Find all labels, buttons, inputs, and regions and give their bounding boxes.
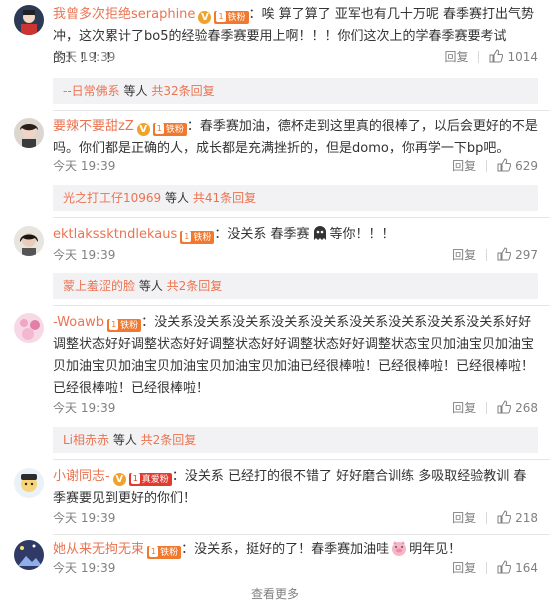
like-button[interactable]: 629 — [497, 157, 538, 175]
divider — [486, 160, 488, 172]
thumbs-up-icon — [497, 400, 512, 414]
timestamp: 今天 19:39 — [53, 561, 116, 575]
like-count: 164 — [515, 561, 538, 575]
avatar[interactable] — [14, 5, 44, 35]
reply-username[interactable]: --日常佛系 — [63, 84, 120, 98]
timestamp: 今天 19:39 — [53, 50, 116, 64]
reply-button[interactable]: 回复 — [452, 399, 476, 417]
timestamp: 今天 19:39 — [53, 401, 116, 415]
avatar[interactable] — [14, 226, 44, 256]
username-link[interactable]: 我曾多次拒绝seraphine — [53, 7, 195, 22]
view-replies-link[interactable]: 共2条回复 — [167, 279, 223, 293]
thumbs-up-icon — [497, 510, 512, 524]
level-icon: 1 — [154, 123, 164, 134]
like-button[interactable]: 268 — [497, 399, 538, 417]
comment-meta: 今天 19:39 回复 629 — [53, 157, 538, 175]
timestamp: 今天 19:39 — [53, 248, 116, 262]
avatar[interactable] — [14, 540, 44, 570]
thumbs-up-icon — [489, 49, 504, 63]
reply-summary[interactable]: 光之打工仔10969 等人 共41条回复 — [53, 185, 538, 211]
level-icon: 1 — [130, 473, 140, 484]
like-count: 218 — [515, 511, 538, 525]
comment-text: 等你！！！ — [329, 227, 395, 242]
comment-text: 没关系 春季赛 — [227, 227, 310, 242]
reply-button[interactable]: 回复 — [452, 246, 476, 264]
username-link[interactable]: -Woawb — [53, 315, 104, 330]
avatar[interactable] — [14, 313, 44, 343]
pig-emoji-icon — [392, 541, 407, 556]
level-icon: 1 — [216, 11, 226, 22]
v-verified-icon: V — [112, 473, 126, 486]
divider — [478, 51, 480, 63]
v-verified-icon: V — [136, 123, 150, 136]
divider — [486, 249, 488, 261]
comment-text: 没关系，挺好的了！春季赛加油哇 — [194, 542, 390, 557]
reply-summary[interactable]: --日常佛系 等人 共32条回复 — [53, 78, 538, 104]
like-button[interactable]: 1014 — [489, 48, 538, 66]
fan-badge: 1 铁粉 — [214, 11, 249, 24]
comment-meta: 今天 19:39 回复 1014 — [53, 48, 538, 66]
reply-button[interactable]: 回复 — [452, 157, 476, 175]
comment-meta: 今天 19:39 回复 268 — [53, 399, 538, 417]
username-link[interactable]: 她从来无拘无束 — [53, 542, 144, 557]
like-button[interactable]: 164 — [497, 559, 538, 577]
divider — [486, 402, 488, 414]
fan-badge: 1 铁粉 — [152, 123, 187, 136]
thumbs-up-icon — [497, 158, 512, 172]
comment-meta: 今天 19:39 回复 164 — [53, 559, 538, 577]
username-link[interactable]: 要辣不要甜zZ — [53, 119, 134, 134]
fan-badge: 1 铁粉 — [147, 546, 182, 559]
fan-badge: 1 真爱粉 — [128, 473, 172, 486]
v-verified-icon: V — [198, 11, 212, 24]
timestamp: 今天 19:39 — [53, 511, 116, 525]
reply-username[interactable]: Li相赤赤 — [63, 433, 109, 447]
avatar[interactable] — [14, 468, 44, 498]
level-icon: 1 — [149, 546, 159, 557]
comment-meta: 今天 19:39 回复 297 — [53, 246, 538, 264]
like-count: 1014 — [507, 50, 538, 64]
divider — [53, 110, 550, 111]
fan-badge: 1 铁粉 — [180, 231, 215, 244]
view-replies-link[interactable]: 共2条回复 — [141, 433, 197, 447]
like-button[interactable]: 297 — [497, 246, 538, 264]
divider — [53, 305, 550, 306]
ghost-emoji-icon — [313, 226, 326, 240]
level-icon: 1 — [109, 319, 119, 330]
comment-feed: 我曾多次拒绝seraphine V 1 铁粉 ：唉 算了算了 亚军也有几十万呢 春季赛打… — [0, 0, 550, 601]
level-icon: 1 — [182, 231, 192, 242]
divider — [53, 217, 550, 218]
view-replies-link[interactable]: 共32条回复 — [151, 84, 214, 98]
like-count: 629 — [515, 159, 538, 173]
reply-username[interactable]: 蒙上羞涩的脸 — [63, 279, 135, 293]
reply-button[interactable]: 回复 — [452, 559, 476, 577]
view-replies-link[interactable]: 共41条回复 — [193, 191, 256, 205]
like-count: 297 — [515, 248, 538, 262]
reply-summary[interactable]: 蒙上羞涩的脸 等人 共2条回复 — [53, 273, 538, 299]
avatar[interactable] — [14, 118, 44, 148]
reply-summary[interactable]: Li相赤赤 等人 共2条回复 — [53, 427, 538, 453]
thumbs-up-icon — [497, 247, 512, 261]
comment-text: 明年见！ — [409, 542, 462, 557]
username-link[interactable]: ektlakssktndlekaus — [53, 227, 177, 242]
fan-badge: 1 铁粉 — [107, 319, 142, 332]
timestamp: 今天 19:39 — [53, 159, 116, 173]
divider — [486, 562, 488, 574]
thumbs-up-icon — [497, 560, 512, 574]
divider — [486, 512, 488, 524]
divider — [53, 534, 550, 535]
reply-button[interactable]: 回复 — [444, 48, 468, 66]
reply-username[interactable]: 光之打工仔10969 — [63, 191, 161, 205]
like-button[interactable]: 218 — [497, 509, 538, 527]
like-count: 268 — [515, 401, 538, 415]
reply-button[interactable]: 回复 — [452, 509, 476, 527]
comment-meta: 今天 19:39 回复 218 — [53, 509, 538, 527]
username-link[interactable]: 小谢同志- — [53, 469, 110, 484]
view-more-link[interactable]: 查看更多 — [0, 585, 550, 602]
divider — [53, 459, 550, 460]
